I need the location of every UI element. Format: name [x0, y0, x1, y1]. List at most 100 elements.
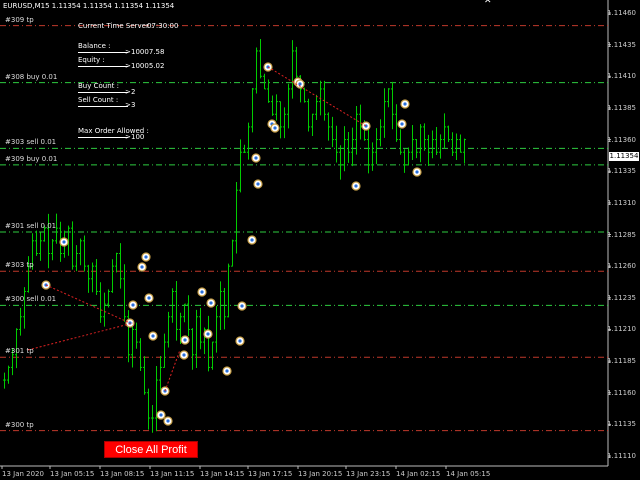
price-bar — [207, 315, 210, 372]
price-bar — [371, 142, 374, 171]
price-bar — [327, 112, 330, 141]
price-bar — [359, 104, 362, 140]
trade-marker-dot — [131, 303, 135, 307]
trade-marker-dot — [144, 255, 148, 259]
balance-label: Balance : — [78, 42, 111, 50]
price-bar — [263, 73, 266, 90]
equity-underline — [78, 66, 128, 67]
buy-count-label: Buy Count : — [78, 82, 119, 90]
price-bar — [411, 124, 414, 161]
price-tick-label: 1.11185 — [607, 357, 636, 366]
order-line-label: #308 buy 0.01 — [5, 72, 58, 81]
price-bar — [379, 119, 382, 147]
close-all-profit-button[interactable]: Close All Profit — [104, 441, 198, 458]
price-bar — [143, 356, 146, 395]
price-bar — [439, 134, 442, 159]
price-bar — [23, 287, 26, 329]
price-bar — [227, 263, 230, 318]
trade-marker-dot — [298, 82, 302, 86]
price-bar — [331, 116, 334, 148]
price-bar — [71, 221, 74, 270]
price-bar — [303, 87, 306, 103]
price-bar — [75, 245, 78, 272]
buy-count-arrow: > — [125, 88, 131, 96]
price-bar — [163, 333, 166, 368]
price-bar — [3, 372, 6, 389]
price-bar — [199, 307, 202, 350]
price-bar — [247, 122, 250, 160]
price-bar — [139, 338, 142, 371]
trade-marker-dot — [151, 334, 155, 338]
price-bar — [403, 149, 406, 173]
price-tick-label: 1.11410 — [607, 72, 636, 81]
price-bar — [339, 145, 342, 180]
price-bar — [355, 105, 358, 155]
time-tick-label: 13 Jan 08:15 — [100, 470, 145, 478]
price-bar — [399, 129, 402, 155]
price-bar — [91, 262, 94, 293]
price-bar — [131, 322, 134, 368]
time-tick-label: 13 Jan 17:15 — [248, 470, 293, 478]
price-bar — [459, 134, 462, 153]
order-line-label: #300 sell 0.01 — [5, 295, 57, 304]
price-bar — [51, 238, 54, 261]
price-tick-label: 1.11235 — [607, 293, 636, 302]
trade-link — [164, 349, 181, 392]
price-bar — [119, 243, 122, 289]
time-tick-label: 13 Jan 05:15 — [50, 470, 95, 478]
sell-count-value: 3 — [131, 101, 136, 109]
price-tick-label: 1.11110 — [607, 452, 636, 460]
price-bar — [279, 101, 282, 139]
trade-marker-dot — [240, 304, 244, 308]
price-bar — [83, 235, 86, 272]
price-bar — [295, 46, 298, 82]
close-icon[interactable]: ✕ — [484, 0, 492, 6]
price-bar — [427, 134, 430, 167]
price-bar — [95, 258, 98, 296]
trade-marker-dot — [400, 122, 404, 126]
price-bar — [455, 133, 458, 160]
order-line-label: #300 tp — [5, 420, 34, 429]
price-tick-label: 1.11460 — [607, 9, 636, 17]
price-bar — [251, 87, 254, 133]
price-bar — [283, 107, 286, 139]
chart-window[interactable]: EURUSD,M15 1.11354 1.11354 1.11354 1.113… — [0, 0, 640, 480]
price-bar — [175, 281, 178, 341]
price-bar — [223, 287, 226, 330]
server-time-label: Current Time Server : — [78, 22, 154, 30]
equity-value: 10005.02 — [131, 62, 165, 70]
price-bar — [239, 139, 242, 193]
trade-marker-dot — [273, 126, 277, 130]
time-tick-label: 13 Jan 23:15 — [346, 470, 391, 478]
price-bar — [275, 94, 278, 121]
price-bar — [311, 113, 314, 137]
balance-value: 10007.58 — [131, 48, 165, 56]
price-bar — [347, 132, 350, 163]
buy-count-value: 2 — [131, 88, 136, 96]
price-bar — [19, 307, 22, 336]
price-bar — [451, 132, 454, 157]
time-tick-label: 13 Jan 20:15 — [298, 470, 343, 478]
trade-marker-dot — [415, 170, 419, 174]
trade-marker-dot — [182, 353, 186, 357]
sell-count-underline — [78, 106, 128, 107]
sell-count-arrow: > — [125, 101, 131, 109]
trade-marker-dot — [403, 102, 407, 106]
price-bar — [255, 47, 258, 94]
price-chart[interactable] — [0, 0, 640, 480]
price-bar — [135, 322, 138, 349]
server-time-value: 07:30:00 — [147, 22, 179, 30]
price-bar — [7, 365, 10, 384]
trade-marker-dot — [183, 338, 187, 342]
price-bar — [407, 147, 410, 166]
price-bar — [291, 40, 294, 99]
price-bar — [115, 252, 118, 273]
price-bar — [235, 182, 238, 254]
price-bar — [443, 113, 446, 149]
price-bar — [111, 259, 114, 293]
time-tick-label: 14 Jan 02:15 — [396, 470, 441, 478]
price-bar — [103, 292, 106, 327]
max-order-value: 100 — [131, 133, 145, 141]
current-price-tag: 1.11354 — [609, 152, 639, 161]
trade-marker-dot — [159, 413, 163, 417]
